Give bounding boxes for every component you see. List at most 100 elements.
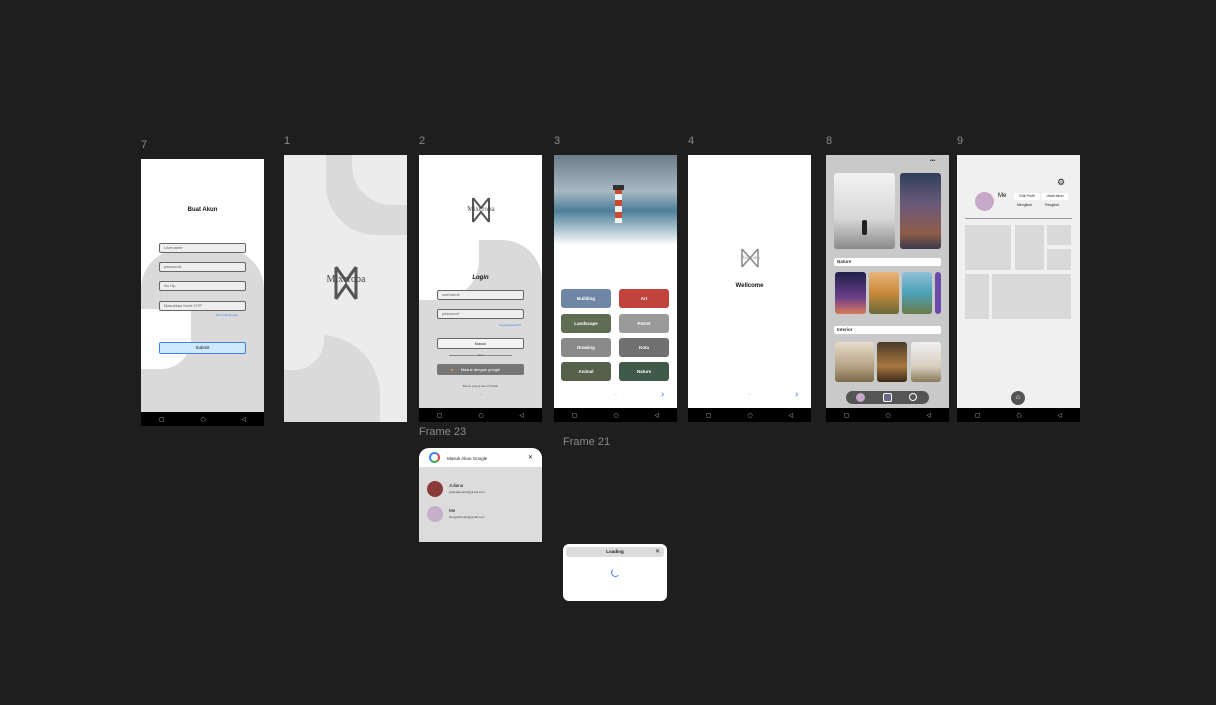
frame-7-register[interactable]: Buat Akun Username password No Hp Masukk… [141,159,264,426]
category-tile[interactable]: Drawing [561,338,611,357]
design-canvas: 7 Buat Akun Username password No Hp Masu… [0,0,1216,705]
nature-photo[interactable] [869,272,899,314]
back-icon[interactable]: ◁ [654,412,659,419]
frame-label-9: 9 [957,135,964,147]
category-tile[interactable]: Nature [619,362,669,381]
settings-gear-icon[interactable]: ⚙ [1057,177,1065,188]
google-login-label: Masuk dengan google [460,367,501,372]
following-count[interactable]: Mengikuti [1017,203,1032,207]
recent-apps-icon[interactable]: ▢ [975,412,981,419]
grid-post[interactable] [1047,225,1071,245]
nav-bar: ▢ ○ ◁ [419,408,542,422]
frame-1-splash[interactable]: Mixcroba [284,155,407,422]
password-input[interactable]: password [437,309,524,319]
frame-label-1: 1 [284,135,291,147]
category-tile[interactable]: Landscape [561,314,611,333]
nature-photo[interactable] [935,272,941,314]
grid-post[interactable] [992,274,1071,319]
recent-apps-icon[interactable]: ▢ [159,416,165,423]
back-icon[interactable]: ◁ [1057,412,1062,419]
interior-photo[interactable] [835,342,874,382]
category-tile[interactable]: Animal [561,362,611,381]
menu-icon[interactable]: ••• [930,158,935,164]
recent-apps-icon[interactable]: ▢ [437,412,443,419]
frame-label-4: 4 [688,135,695,147]
avatar [427,481,443,497]
nature-photo[interactable] [902,272,932,314]
frame-2-login[interactable]: Mixcroba Login username password Lupa pa… [419,155,542,422]
register-password-input[interactable]: password [159,262,246,272]
home-icon[interactable]: ○ [613,412,618,419]
username-input[interactable]: username [437,290,524,300]
page-dots: ... [478,391,483,396]
google-icon: ● [451,367,454,372]
interior-photo[interactable] [877,342,907,382]
login-title: Login [472,275,489,281]
app-logo-text: Mixcroba [467,205,495,213]
interior-photo[interactable] [911,342,941,382]
home-tab-icon[interactable] [883,393,892,402]
submit-button[interactable]: Submit [159,342,246,354]
category-tile[interactable]: Art [619,289,669,308]
frame-21-loading-dialog[interactable]: Loading ✕ [563,544,667,601]
forgot-password-link[interactable]: Lupa password? [499,323,521,327]
home-icon[interactable]: ○ [200,416,205,423]
back-icon[interactable]: ◁ [926,412,931,419]
category-tile[interactable]: Potret [619,314,669,333]
resend-otp-link[interactable]: kirim ulang kode [216,313,238,317]
category-tile[interactable]: Kota [619,338,669,357]
or-divider: atau [477,353,484,357]
home-icon[interactable]: ○ [747,412,752,419]
loading-title: Loading [606,549,624,554]
nav-bar: ▢ ○ ◁ [957,408,1080,422]
account-email: julianaberanta@gmail.com [449,490,485,494]
home-icon[interactable]: ○ [478,412,483,419]
home-icon[interactable]: ○ [885,412,890,419]
feed-photo[interactable] [834,173,895,249]
grid-post[interactable] [965,274,989,319]
frame-8-home-feed[interactable]: ••• Nature Interior ▢ ○ ◁ [826,155,949,422]
home-button-icon[interactable]: ⌂ [1011,391,1025,405]
frame-9-profile[interactable]: ⚙ Me Edit Profil Ubah Akun Mengikuti Pen… [957,155,1080,422]
search-icon[interactable] [909,393,917,401]
switch-account-button[interactable]: Ubah Akun [1042,193,1068,200]
frame-label-2: 2 [419,135,426,147]
login-button[interactable]: Masuk [437,338,524,349]
google-login-button[interactable]: ● Masuk dengan google [437,364,524,375]
edit-profile-button[interactable]: Edit Profil [1014,193,1040,200]
account-name[interactable]: Juliana [449,483,463,488]
frame-label-23: Frame 23 [419,426,467,438]
recent-apps-icon[interactable]: ▢ [844,412,850,419]
grid-post[interactable] [965,225,1011,270]
register-otp-input[interactable]: Masukkan Kode OTP [159,301,246,311]
frame-23-google-account-dialog[interactable]: Masuk Akun Google ✕ Juliana julianaberan… [419,448,542,542]
next-arrow-icon[interactable]: › [795,389,798,400]
register-link[interactable]: Belum punya akun? Daftar [419,384,542,388]
grid-post[interactable] [1015,225,1044,270]
nature-photo[interactable] [835,272,866,314]
section-title: Interior [834,326,941,334]
feed-photo[interactable] [900,173,941,249]
followers-count[interactable]: Pengikut [1045,203,1059,207]
frame-4-welcome[interactable]: Mixcroba Wellcome ... › ▢ ○ ◁ [688,155,811,422]
back-icon[interactable]: ◁ [519,412,524,419]
grid-post[interactable] [1047,249,1071,270]
recent-apps-icon[interactable]: ▢ [572,412,578,419]
back-icon[interactable]: ◁ [241,416,246,423]
page-dots: ... [613,391,618,396]
frame-3-categories[interactable]: Building Art Landscape Potret Drawing Ko… [554,155,677,422]
account-name[interactable]: Me [449,508,455,513]
close-icon[interactable]: ✕ [655,548,660,555]
close-icon[interactable]: ✕ [528,454,533,461]
recent-apps-icon[interactable]: ▢ [706,412,712,419]
back-icon[interactable]: ◁ [788,412,793,419]
home-icon[interactable]: ○ [1016,412,1021,419]
next-arrow-icon[interactable]: › [661,389,664,400]
app-logo-text: Mixcroba [740,256,760,261]
avatar[interactable] [856,393,865,402]
register-username-input[interactable]: Username [159,243,246,253]
account-email: Googlefriends@gmail.com [449,515,485,519]
register-phone-input[interactable]: No Hp [159,281,246,291]
page-dots: ... [747,391,752,396]
category-tile[interactable]: Building [561,289,611,308]
